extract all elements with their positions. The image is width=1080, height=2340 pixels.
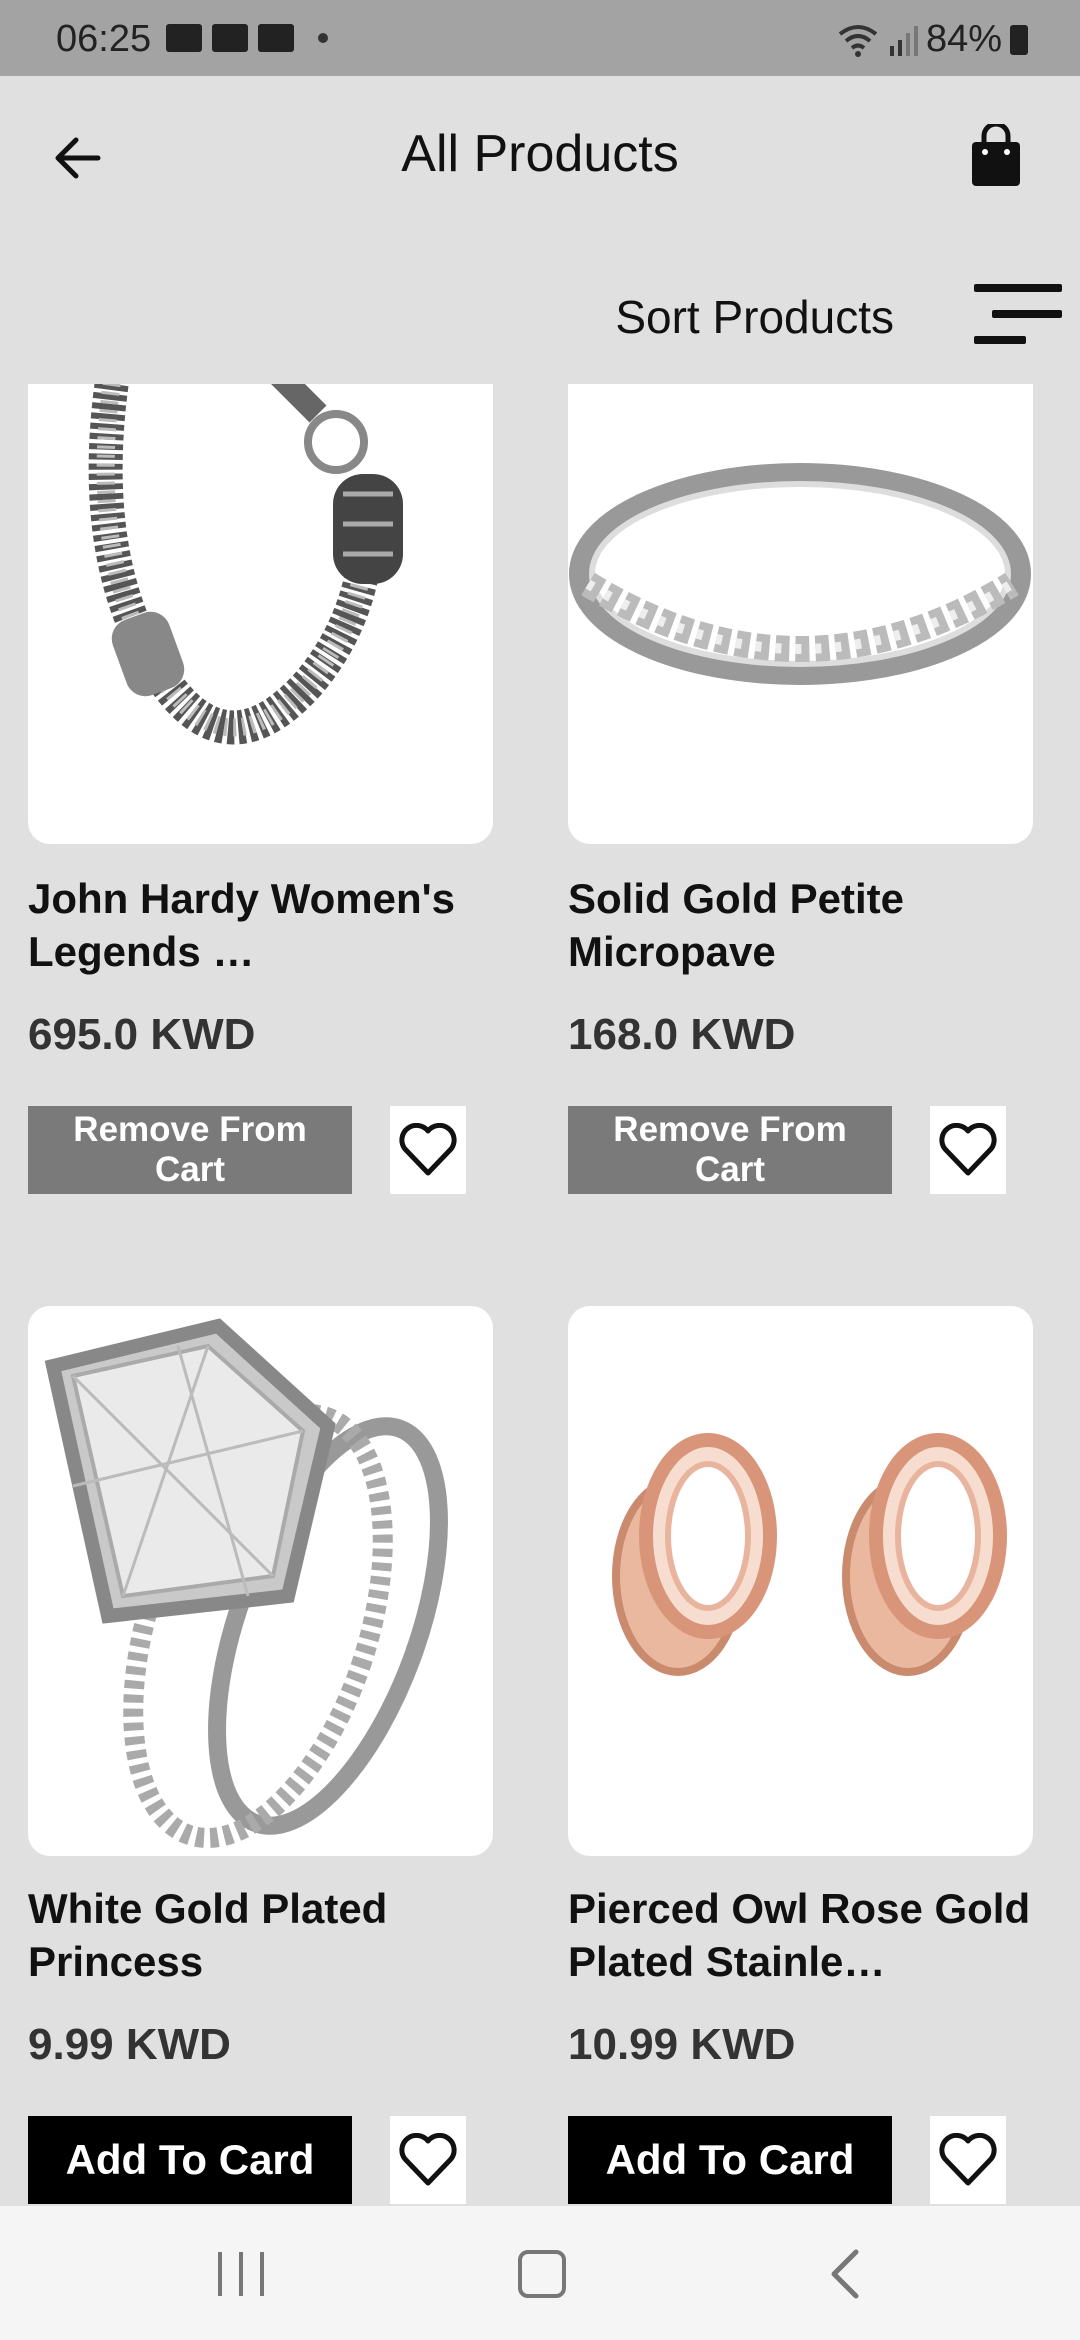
product-price: 168.0 KWD [568,1010,796,1059]
alpha-notification-icon [212,24,248,52]
status-bar: 06:25 84% [0,0,1080,76]
home-icon[interactable] [518,2250,566,2298]
wifi-icon [838,24,878,57]
sort-label[interactable]: Sort Products [615,290,894,344]
product-grid: John Hardy Women's Legends … 695.0 KWD R… [0,384,1080,2206]
more-notifications-dot [318,33,328,43]
nav-back-icon[interactable] [826,2248,866,2300]
heart-icon[interactable] [930,1106,1006,1194]
app-header: All Products [0,76,1080,236]
product-name[interactable]: White Gold Plated Princess [28,1882,498,1988]
recents-icon[interactable] [218,2252,264,2296]
product-price: 695.0 KWD [28,1010,256,1059]
heart-icon[interactable] [390,2116,466,2204]
remove-from-cart-button[interactable]: Remove From Cart [28,1106,352,1194]
system-nav-bar [0,2206,1080,2340]
shopping-bag-icon[interactable] [968,124,1024,188]
silver-chain-bracelet-image[interactable] [28,384,493,844]
page-title: All Products [401,125,679,183]
product-name[interactable]: John Hardy Women's Legends … [28,872,498,978]
heart-icon[interactable] [930,2116,1006,2204]
status-indicators: 84% [836,18,1028,61]
product-name[interactable]: Pierced Owl Rose Gold Plated Stainle… [568,1882,1038,1988]
product-price: 9.99 KWD [28,2020,231,2069]
sort-bar: Sort Products [0,270,1080,360]
heart-icon[interactable] [390,1106,466,1194]
remove-from-cart-button[interactable]: Remove From Cart [568,1106,892,1194]
battery-percent: 84% [925,18,1002,60]
silver-diamond-band-ring-image[interactable] [568,384,1033,844]
product-name[interactable]: Solid Gold Petite Micropave [568,872,1038,978]
status-time: 06:25 [56,18,152,60]
rose-gold-ear-tunnels-image[interactable] [568,1306,1033,1856]
battery-icon [1010,24,1028,55]
sort-lines-icon[interactable] [974,282,1062,348]
product-price: 10.99 KWD [568,2020,796,2069]
princess-cut-ring-set-image[interactable] [28,1306,493,1856]
gallery-notification-icon [258,24,294,52]
signal-icon [889,25,918,56]
add-to-cart-button[interactable]: Add To Card [568,2116,892,2204]
add-to-cart-button[interactable]: Add To Card [28,2116,352,2204]
notification-icons [166,24,328,52]
alpha-notification-icon [166,24,202,52]
